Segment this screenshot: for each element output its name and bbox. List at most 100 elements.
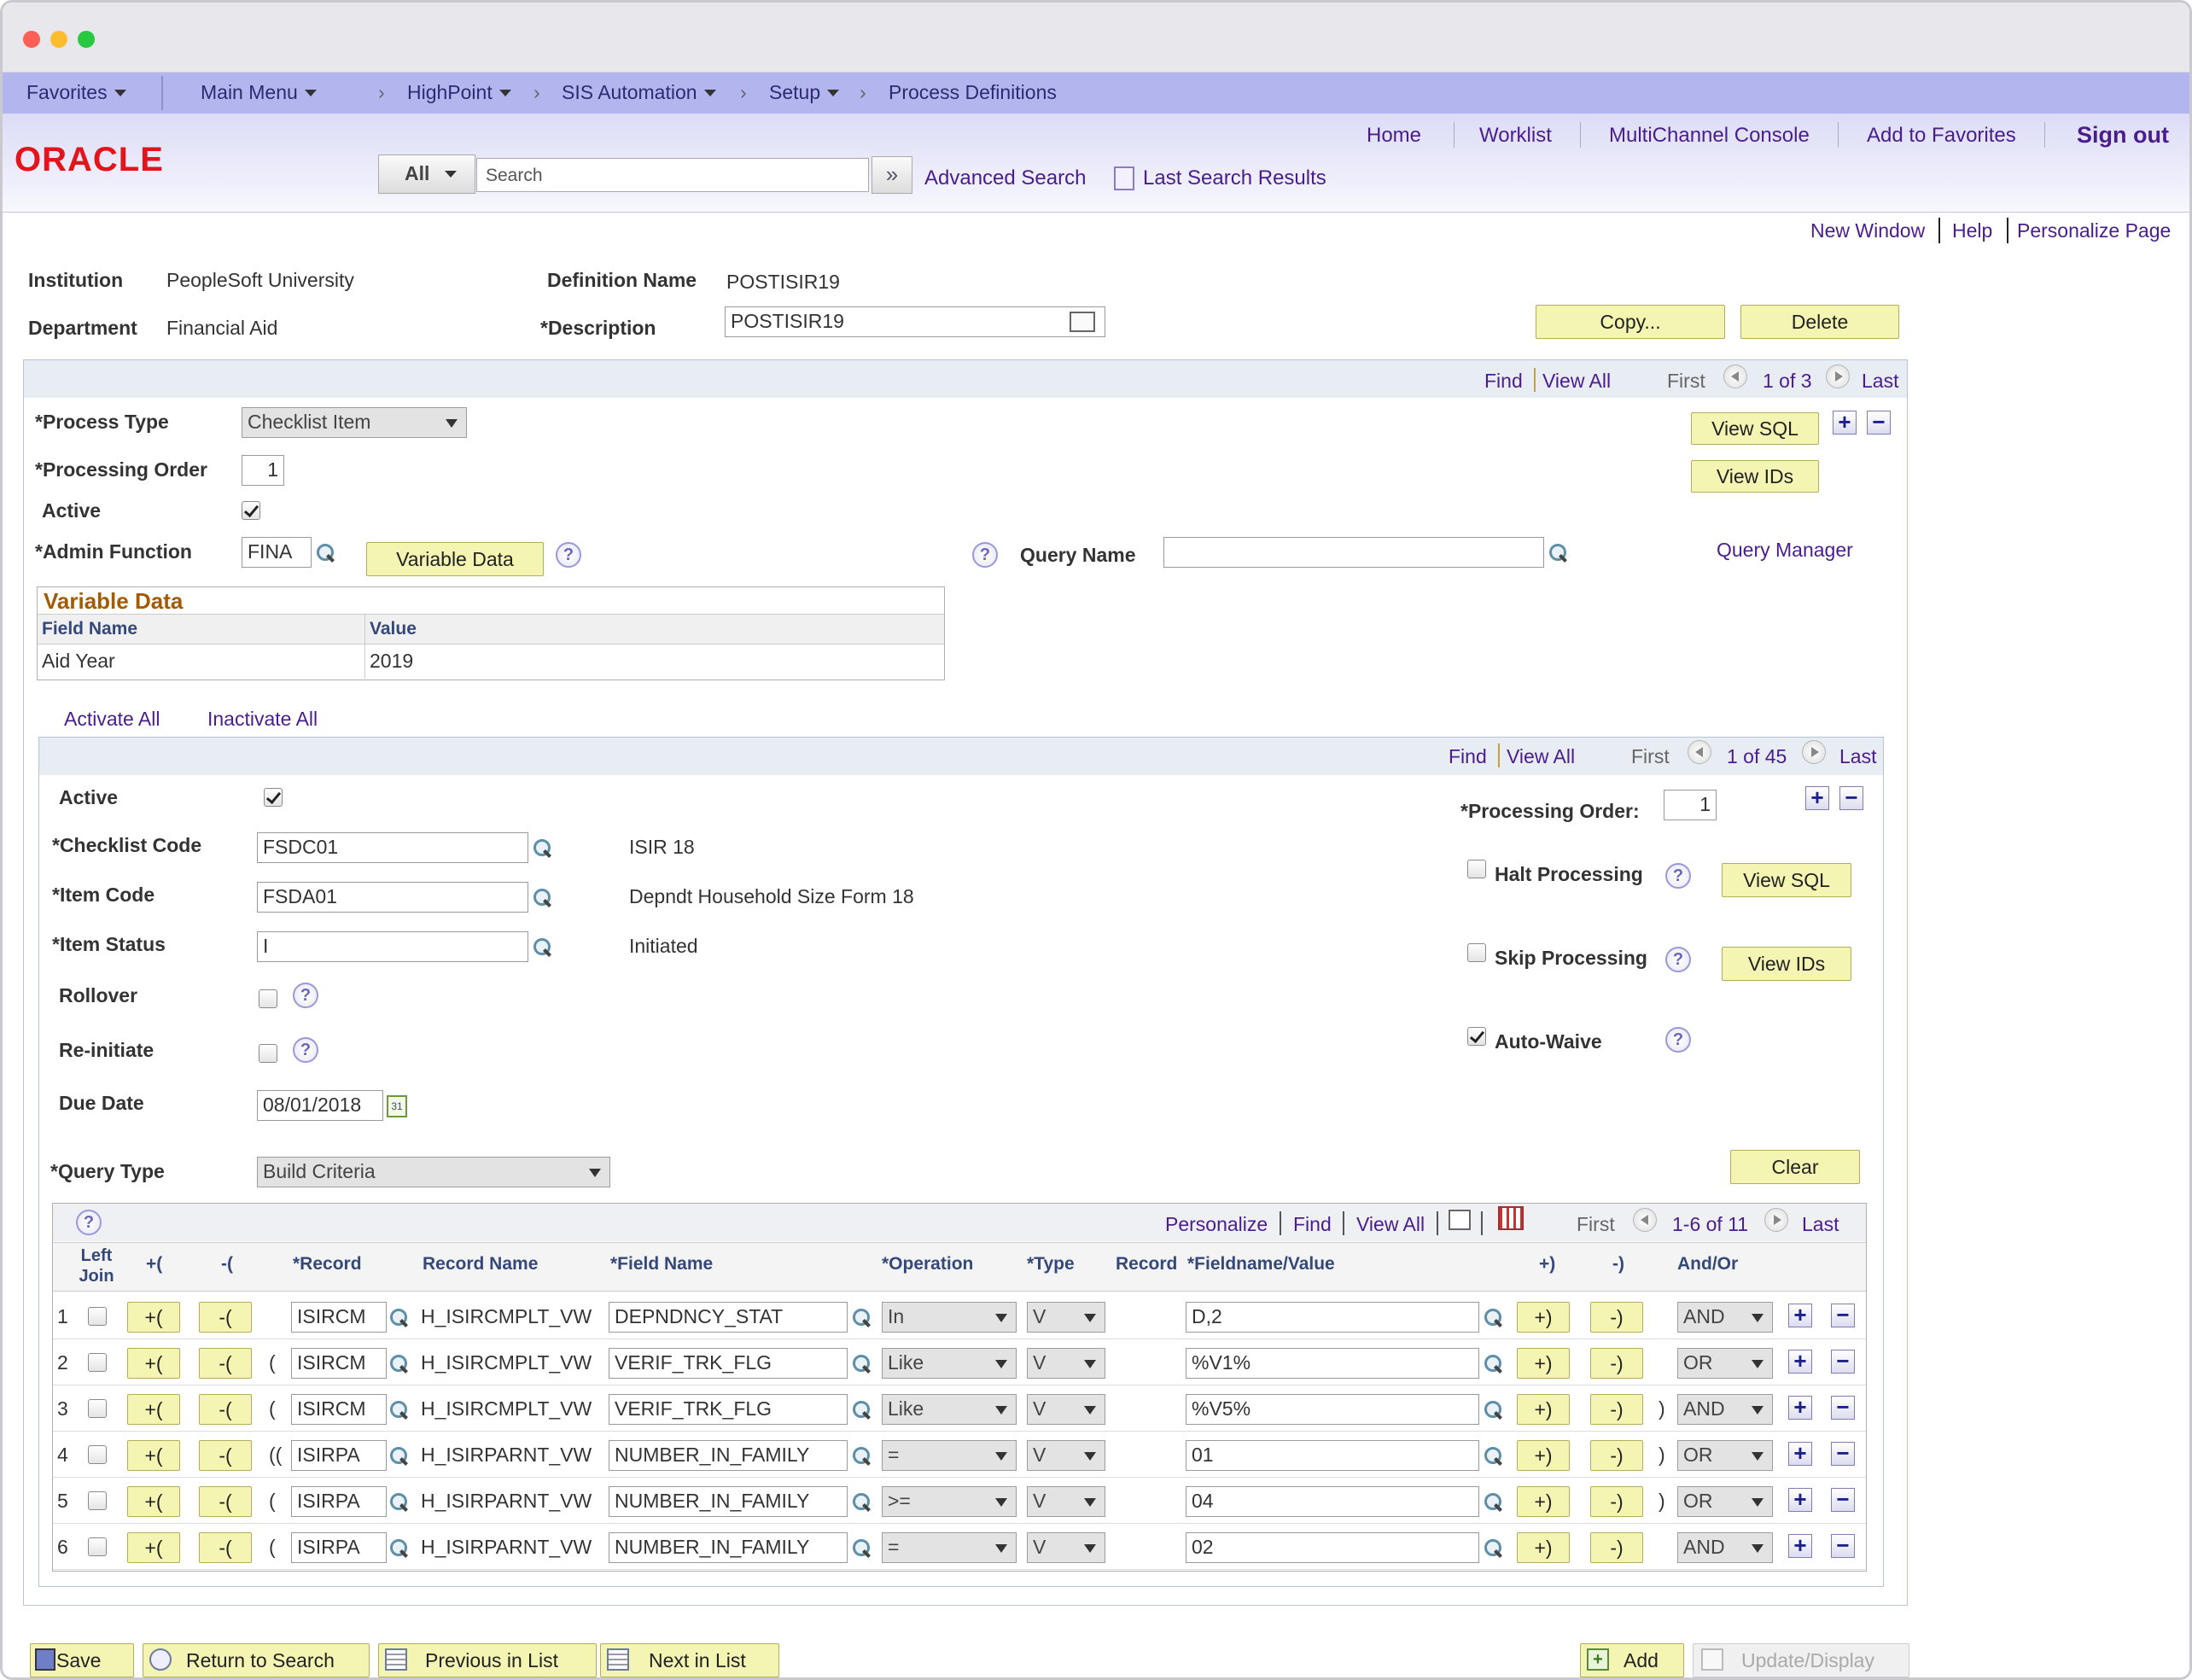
new-window-link[interactable]: New Window [1810,219,1925,242]
delete-row-icon[interactable]: − [1839,786,1863,810]
personalize-page-link[interactable]: Personalize Page [2017,219,2171,242]
value-lookup-icon[interactable] [1483,1445,1505,1467]
add-open-paren-button[interactable]: +( [127,1486,180,1517]
due-date-input[interactable]: 08/01/2018 [257,1090,383,1121]
add-row-icon[interactable]: + [1788,1304,1812,1327]
field-name-input[interactable]: VERIF_TRK_FLG [609,1348,848,1379]
record-lookup-icon[interactable] [388,1353,411,1375]
inactivate-all-link[interactable]: Inactivate All [207,708,318,731]
add-close-paren-button[interactable]: +) [1517,1440,1570,1471]
field-name-input[interactable]: NUMBER_IN_FAMILY [609,1440,848,1471]
type-select[interactable]: V [1027,1486,1105,1517]
fieldname-value-input[interactable]: 04 [1186,1486,1479,1517]
add-close-paren-button[interactable]: +) [1517,1532,1570,1563]
record-input[interactable]: ISIRCM [291,1302,387,1333]
record-input[interactable]: ISIRCM [291,1348,387,1379]
find-link[interactable]: Find [1449,745,1487,768]
field-name-lookup-icon[interactable] [851,1353,873,1375]
help-link[interactable]: Help [1952,219,1992,242]
add-open-paren-button[interactable]: +( [127,1394,180,1425]
zoom-grid-icon[interactable] [1449,1210,1471,1230]
left-join-checkbox[interactable] [88,1307,107,1326]
reinitiate-checkbox[interactable] [259,1044,277,1063]
fieldname-value-input[interactable]: %V5% [1186,1394,1479,1425]
value-lookup-icon[interactable] [1483,1399,1505,1421]
add-to-favorites-link[interactable]: Add to Favorites [1867,124,2016,148]
delete-row-icon[interactable]: − [1831,1304,1855,1327]
fieldname-value-input[interactable]: 01 [1186,1440,1479,1471]
clear-button[interactable]: Clear [1730,1150,1860,1184]
remove-open-paren-button[interactable]: -( [199,1532,252,1563]
field-name-lookup-icon[interactable] [851,1445,873,1467]
last-link[interactable]: Last [1862,370,1898,393]
value-lookup-icon[interactable] [1483,1353,1505,1375]
add-row-icon[interactable]: + [1788,1396,1812,1420]
and-or-select[interactable]: AND [1677,1394,1773,1425]
breadcrumb-sis-automation[interactable]: SIS Automation [562,81,716,104]
value-lookup-icon[interactable] [1483,1307,1505,1329]
find-link[interactable]: Find [1293,1213,1332,1236]
remove-close-paren-button[interactable]: -) [1590,1302,1643,1333]
and-or-select[interactable]: OR [1677,1440,1773,1471]
record-input[interactable]: ISIRPA [291,1486,387,1517]
field-name-lookup-icon[interactable] [851,1491,873,1514]
find-link[interactable]: Find [1484,370,1523,393]
view-all-link[interactable]: View All [1542,370,1611,393]
query-name-input[interactable] [1163,537,1544,568]
field-name-input[interactable]: DEPNDNCY_STAT [609,1302,848,1333]
add-close-paren-button[interactable]: +) [1517,1302,1570,1333]
view-all-link[interactable]: View All [1356,1213,1425,1236]
add-open-paren-button[interactable]: +( [127,1302,180,1333]
add-open-paren-button[interactable]: +( [127,1440,180,1471]
record-lookup-icon[interactable] [388,1537,411,1560]
value-lookup-icon[interactable] [1483,1537,1505,1560]
add-open-paren-button[interactable]: +( [127,1532,180,1563]
and-or-select[interactable]: OR [1677,1486,1773,1517]
item-view-ids-button[interactable]: View IDs [1722,947,1851,981]
close-window-icon[interactable] [23,31,40,48]
checklist-code-input[interactable]: FSDC01 [257,832,528,863]
minimize-window-icon[interactable] [50,31,67,48]
delete-row-icon[interactable]: − [1831,1534,1855,1558]
checklist-code-lookup-icon[interactable] [532,837,554,860]
item-code-lookup-icon[interactable] [532,887,554,909]
help-icon[interactable]: ? [1665,947,1691,972]
home-link[interactable]: Home [1367,124,1421,148]
remove-close-paren-button[interactable]: -) [1590,1348,1643,1379]
field-name-lookup-icon[interactable] [851,1537,873,1560]
add-close-paren-button[interactable]: +) [1517,1394,1570,1425]
previous-row-icon[interactable] [1688,740,1711,764]
operation-select[interactable]: Like [882,1394,1017,1425]
activate-all-link[interactable]: Activate All [64,708,160,731]
delete-row-icon[interactable]: − [1831,1396,1855,1420]
operation-select[interactable]: = [882,1440,1017,1471]
field-name-input[interactable]: NUMBER_IN_FAMILY [609,1532,848,1563]
record-input[interactable]: ISIRPA [291,1532,387,1563]
help-icon[interactable]: ? [1665,863,1691,889]
remove-close-paren-button[interactable]: -) [1590,1394,1643,1425]
search-input[interactable]: Search [476,158,869,192]
and-or-select[interactable]: AND [1677,1532,1773,1563]
query-manager-link[interactable]: Query Manager [1717,539,1853,562]
download-grid-icon[interactable] [1498,1206,1524,1230]
record-lookup-icon[interactable] [388,1307,411,1329]
maximize-window-icon[interactable] [78,31,95,48]
update-display-button[interactable]: Update/Display [1693,1643,1909,1677]
remove-open-paren-button[interactable]: -( [199,1486,252,1517]
record-input[interactable]: ISIRPA [291,1440,387,1471]
item-status-input[interactable]: I [257,931,528,962]
previous-in-list-button[interactable]: Previous in List [378,1643,597,1677]
rollover-checkbox[interactable] [259,989,277,1008]
and-or-select[interactable]: AND [1677,1302,1773,1333]
field-name-input[interactable]: VERIF_TRK_FLG [609,1394,848,1425]
sign-out-link[interactable]: Sign out [2077,122,2169,149]
last-link[interactable]: Last [1802,1213,1839,1236]
help-icon[interactable]: ? [556,542,581,568]
delete-row-icon[interactable]: − [1831,1488,1855,1512]
skip-processing-checkbox[interactable] [1467,943,1486,962]
field-name-lookup-icon[interactable] [851,1399,873,1421]
operation-select[interactable]: Like [882,1348,1017,1379]
record-lookup-icon[interactable] [388,1445,411,1467]
processing-order-input[interactable]: 1 [242,455,284,486]
previous-rows-icon[interactable] [1633,1208,1657,1232]
